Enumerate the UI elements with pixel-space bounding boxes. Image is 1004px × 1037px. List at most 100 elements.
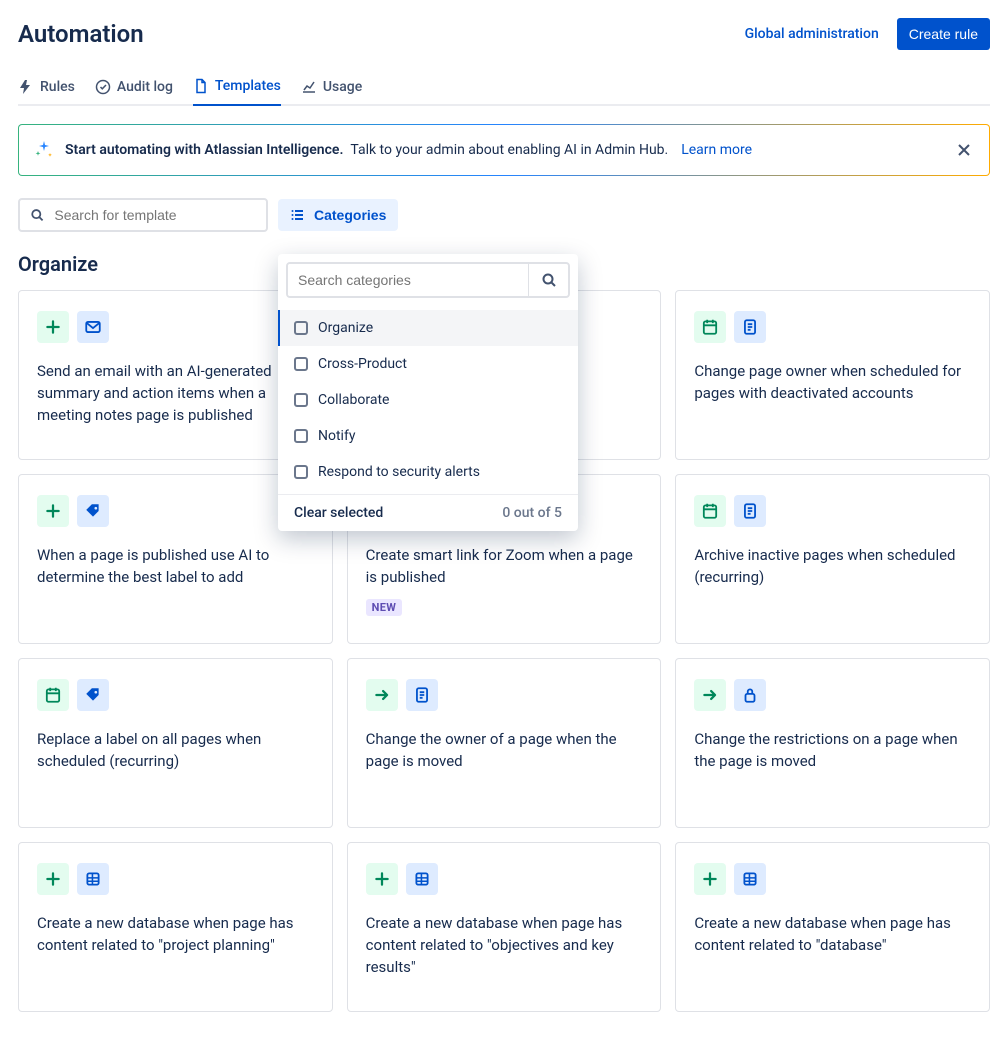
ai-banner: Start automating with Atlassian Intellig… <box>18 124 990 176</box>
template-card[interactable]: Create a new database when page has cont… <box>347 842 662 1012</box>
template-card[interactable]: Change the restrictions on a page when t… <box>675 658 990 828</box>
categories-popover: Organize Cross-Product Collaborate Notify Re… <box>278 254 578 531</box>
category-option[interactable]: Respond to security alerts <box>278 454 578 490</box>
page-title: Automation <box>18 20 144 48</box>
icon-chip <box>366 679 398 711</box>
database-icon <box>84 870 102 888</box>
icon-chip <box>37 863 69 895</box>
category-option[interactable]: Notify <box>278 418 578 454</box>
category-option[interactable]: Collaborate <box>278 382 578 418</box>
page-icon <box>741 502 759 520</box>
category-label: Respond to security alerts <box>318 464 480 480</box>
tag-icon <box>84 686 102 704</box>
bolt-icon <box>18 79 34 95</box>
template-card[interactable]: Change the owner of a page when the page… <box>347 658 662 828</box>
template-description: Archive inactive pages when scheduled (r… <box>694 545 971 589</box>
list-icon <box>290 207 306 223</box>
icon-chip <box>37 495 69 527</box>
mail-icon <box>84 318 102 336</box>
close-icon <box>957 143 971 157</box>
database-icon <box>741 870 759 888</box>
learn-more-link[interactable]: Learn more <box>681 142 752 158</box>
calendar-icon <box>701 502 719 520</box>
create-rule-button[interactable]: Create rule <box>897 18 990 50</box>
category-label: Organize <box>318 320 373 336</box>
template-search-input[interactable] <box>52 206 256 224</box>
template-card[interactable]: Archive inactive pages when scheduled (r… <box>675 474 990 644</box>
template-search[interactable] <box>18 198 268 232</box>
tab-label: Audit log <box>117 79 173 95</box>
template-card[interactable]: Create a new database when page has cont… <box>675 842 990 1012</box>
sparkle-icon <box>33 139 55 161</box>
clock-check-icon <box>95 79 111 95</box>
global-administration-link[interactable]: Global administration <box>745 26 879 42</box>
icon-chip <box>734 679 766 711</box>
tag-icon <box>84 502 102 520</box>
arrow-icon <box>701 686 719 704</box>
search-icon <box>30 207 44 223</box>
checkbox-icon <box>294 357 308 371</box>
arrow-icon <box>373 686 391 704</box>
chart-icon <box>301 79 317 95</box>
template-description: Send an email with an AI-generated summa… <box>37 361 314 426</box>
icon-chip <box>694 863 726 895</box>
icon-chip <box>734 863 766 895</box>
calendar-icon <box>44 686 62 704</box>
banner-bold: Start automating with Atlassian Intellig… <box>65 142 343 158</box>
checkbox-icon <box>294 429 308 443</box>
icon-chip <box>37 311 69 343</box>
template-card[interactable]: Change page owner when scheduled for pag… <box>675 290 990 460</box>
template-description: Create a new database when page has cont… <box>366 913 643 978</box>
tab-audit[interactable]: Audit log <box>95 72 173 106</box>
category-search-input[interactable] <box>288 264 528 296</box>
template-description: Change the owner of a page when the page… <box>366 729 643 773</box>
category-option[interactable]: Cross-Product <box>278 346 578 382</box>
categories-button[interactable]: Categories <box>278 199 398 231</box>
tab-label: Templates <box>215 78 281 94</box>
template-description: Create smart link for Zoom when a page i… <box>366 545 643 589</box>
checkbox-icon <box>294 393 308 407</box>
template-description: Replace a label on all pages when schedu… <box>37 729 314 773</box>
icon-chip <box>406 679 438 711</box>
category-label: Notify <box>318 428 355 444</box>
tab-usage[interactable]: Usage <box>301 72 362 106</box>
icon-chip <box>77 311 109 343</box>
database-icon <box>413 870 431 888</box>
icon-chip <box>37 679 69 711</box>
template-description: Create a new database when page has cont… <box>37 913 314 957</box>
icon-chip <box>694 679 726 711</box>
banner-close-button[interactable] <box>953 139 975 161</box>
category-search[interactable] <box>286 262 570 298</box>
tab-label: Rules <box>40 79 75 95</box>
plus-icon <box>44 502 62 520</box>
category-search-button[interactable] <box>528 264 568 296</box>
checkbox-icon <box>294 321 308 335</box>
banner-text: Talk to your admin about enabling AI in … <box>350 142 668 158</box>
lock-icon <box>741 686 759 704</box>
category-label: Collaborate <box>318 392 389 408</box>
tab-label: Usage <box>323 79 362 95</box>
template-description: When a page is published use AI to deter… <box>37 545 314 589</box>
icon-chip <box>694 311 726 343</box>
icon-chip <box>406 863 438 895</box>
template-card[interactable]: Replace a label on all pages when schedu… <box>18 658 333 828</box>
plus-icon <box>701 870 719 888</box>
categories-label: Categories <box>314 207 386 223</box>
page-icon <box>741 318 759 336</box>
clear-selected[interactable]: Clear selected <box>294 505 383 521</box>
icon-chip <box>77 863 109 895</box>
page-icon <box>413 686 431 704</box>
template-description: Change the restrictions on a page when t… <box>694 729 971 773</box>
category-label: Cross-Product <box>318 356 407 372</box>
template-card[interactable]: Create a new database when page has cont… <box>18 842 333 1012</box>
tabs: Rules Audit log Templates Usage <box>18 72 990 106</box>
icon-chip <box>734 311 766 343</box>
plus-icon <box>44 318 62 336</box>
category-option[interactable]: Organize <box>278 310 578 346</box>
template-description: Change page owner when scheduled for pag… <box>694 361 971 405</box>
plus-icon <box>373 870 391 888</box>
icon-chip <box>77 679 109 711</box>
template-description: Create a new database when page has cont… <box>694 913 971 957</box>
tab-templates[interactable]: Templates <box>193 72 281 106</box>
tab-rules[interactable]: Rules <box>18 72 75 106</box>
